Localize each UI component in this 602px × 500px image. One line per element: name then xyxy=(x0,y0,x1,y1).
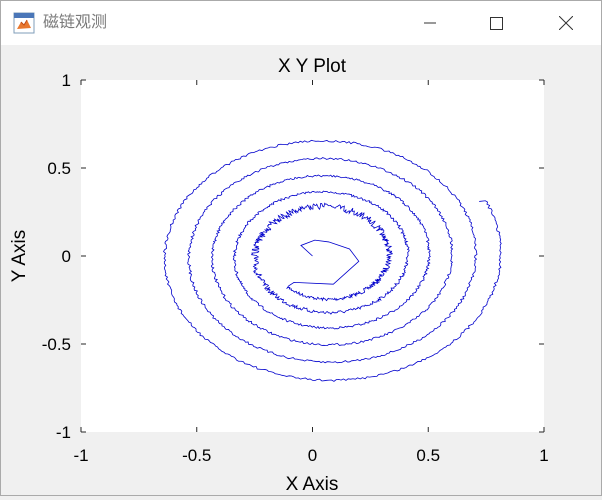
title-bar[interactable]: 磁链观测 xyxy=(1,1,601,45)
x-tick-label: 1 xyxy=(539,446,548,465)
x-tick-label: 0 xyxy=(308,446,317,465)
x-axis-label: X Axis xyxy=(286,474,339,495)
close-icon xyxy=(559,16,573,30)
chart-title: X Y Plot xyxy=(278,56,347,77)
window-title: 磁链观测 xyxy=(43,14,108,31)
figure-content: X Y Plot -1 -0.5 0 0.5 1 -1 -0.5 0 0.5 1 X Axis Y… xyxy=(1,45,601,495)
maximize-button[interactable] xyxy=(473,1,519,45)
close-button[interactable] xyxy=(543,1,589,45)
x-tick-label: -0.5 xyxy=(182,446,211,465)
y-tick-label: -0.5 xyxy=(42,335,71,354)
y-tick-label: -1 xyxy=(56,423,71,442)
maximize-icon xyxy=(489,16,503,30)
y-tick-label: 1 xyxy=(62,71,71,90)
x-tick-label: 0.5 xyxy=(416,446,440,465)
y-axis-label: Y Axis xyxy=(9,230,30,282)
minimize-icon xyxy=(424,22,436,24)
y-tick-label: 0.5 xyxy=(47,159,71,178)
x-tick-label: -1 xyxy=(73,446,88,465)
y-tick-label: 0 xyxy=(62,247,71,266)
matlab-figure-icon xyxy=(13,12,35,34)
minimize-button[interactable] xyxy=(407,1,453,45)
xy-plot-chart: X Y Plot -1 -0.5 0 0.5 1 -1 -0.5 0 0.5 1 X Axis Y… xyxy=(9,56,549,495)
figure-window: 磁链观测 X Y Plot -1 -0.5 0 0.5 1 -1 -0.5 0 0.5 1 X A… xyxy=(0,0,602,496)
